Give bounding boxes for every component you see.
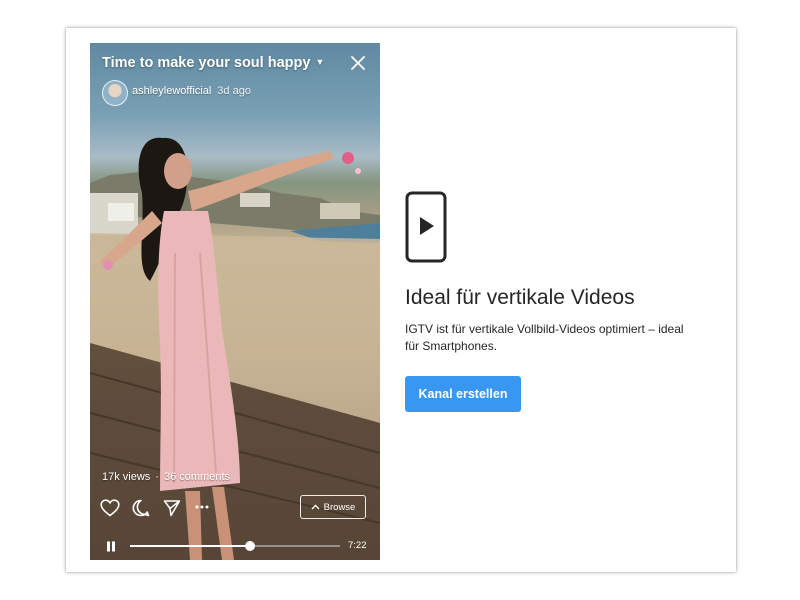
video-title[interactable]: Time to make your soul happy ▼ bbox=[102, 55, 324, 71]
caret-down-icon[interactable]: ▼ bbox=[315, 57, 324, 67]
progress-slider[interactable] bbox=[130, 541, 340, 551]
phone-play-icon bbox=[405, 191, 447, 263]
duration-label: 7:22 bbox=[348, 540, 367, 551]
browse-button[interactable]: Browse bbox=[300, 495, 366, 519]
more-icon[interactable] bbox=[195, 505, 209, 509]
video-author: ashleylewofficial 3d ago bbox=[132, 85, 251, 97]
comments-count[interactable]: 36 comments bbox=[164, 471, 230, 483]
avatar[interactable] bbox=[102, 80, 128, 106]
video-stats: 17k views · 36 comments bbox=[102, 471, 230, 483]
username-link[interactable]: ashleylewofficial bbox=[132, 85, 211, 97]
views-count: 17k views bbox=[102, 471, 151, 483]
chevron-up-icon bbox=[311, 504, 320, 510]
browse-label: Browse bbox=[323, 501, 356, 513]
pause-icon[interactable] bbox=[106, 541, 116, 552]
close-icon[interactable] bbox=[350, 55, 366, 71]
create-channel-button[interactable]: Kanal erstellen bbox=[405, 376, 521, 412]
progress-handle[interactable] bbox=[244, 541, 255, 551]
heart-icon[interactable] bbox=[100, 499, 120, 517]
info-heading: Ideal für vertikale Videos bbox=[405, 286, 635, 309]
video-title-text: Time to make your soul happy bbox=[102, 55, 311, 71]
stats-separator: · bbox=[155, 471, 159, 483]
progress-fill bbox=[130, 545, 250, 547]
info-description: IGTV ist für vertikale Vollbild-Videos o… bbox=[405, 322, 684, 353]
comment-icon[interactable] bbox=[132, 499, 150, 517]
send-icon[interactable] bbox=[163, 499, 181, 517]
posted-time: 3d ago bbox=[217, 85, 251, 97]
video-player[interactable]: Time to make your soul happy ▼ ashleylewo… bbox=[90, 43, 380, 560]
